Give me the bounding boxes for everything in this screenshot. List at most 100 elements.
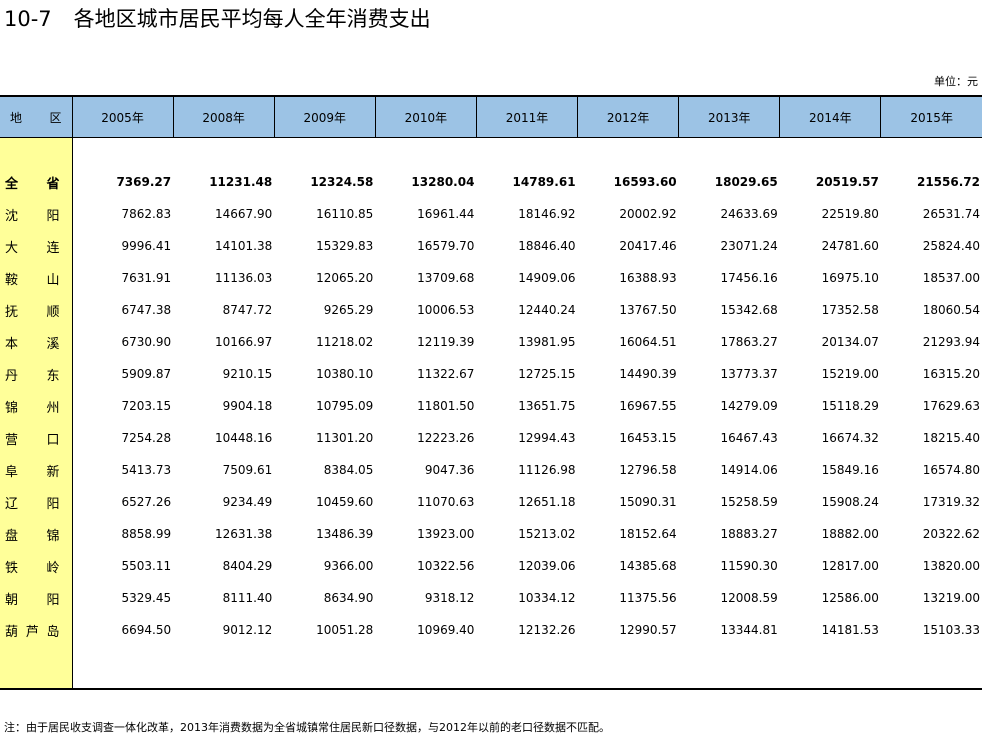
- value-cell: 16574.80: [922, 463, 980, 477]
- value-cell: 10166.97: [214, 335, 273, 349]
- value-cell: 8858.99: [121, 527, 172, 541]
- value-cell: 16593.60: [613, 175, 677, 189]
- region-column-header: 地 区: [0, 95, 73, 138]
- value-cell: 16315.20: [922, 367, 980, 381]
- value-cell: 25824.40: [922, 239, 980, 253]
- value-cell: 5503.11: [121, 559, 172, 573]
- year-column-header: 2015年: [880, 95, 982, 138]
- value-cell: 12440.24: [518, 303, 576, 317]
- value-cell: 17319.32: [922, 495, 980, 509]
- value-cell: 13709.68: [417, 271, 475, 285]
- value-cell: 14101.38: [214, 239, 273, 253]
- region-cell: 本溪: [0, 326, 73, 358]
- value-cell: 13767.50: [619, 303, 677, 317]
- value-cell: 18882.00: [821, 527, 879, 541]
- value-cell: 12990.57: [619, 623, 677, 637]
- year-column-header: 2011年: [476, 95, 579, 138]
- total-row: 全省 7369.27 11231.48 12324.58 13280.04 14789.6…: [0, 166, 982, 198]
- value-cell: 12065.20: [316, 271, 374, 285]
- value-cell: 15342.68: [720, 303, 778, 317]
- value-cell: 11231.48: [209, 175, 273, 189]
- table-row: 阜新 5413.73 7509.61 8384.05 9047.36 11126.98 12…: [0, 454, 982, 486]
- value-cell: 17456.16: [720, 271, 778, 285]
- region-char: 新: [46, 464, 60, 480]
- region-char: 连: [46, 240, 60, 256]
- value-cell: 10334.12: [518, 591, 576, 605]
- value-cell: 9366.00: [323, 559, 374, 573]
- value-cell: 11070.63: [417, 495, 475, 509]
- region-char: 鞍: [5, 272, 19, 288]
- region-cell: 大连: [0, 230, 73, 262]
- value-cell: 12631.38: [214, 527, 273, 541]
- region-cell: 全省: [0, 166, 73, 198]
- value-cell: 12651.18: [518, 495, 576, 509]
- value-cell: 12725.15: [518, 367, 576, 381]
- value-cell: 11136.03: [214, 271, 273, 285]
- region-char: 东: [46, 368, 60, 384]
- value-cell: 16388.93: [619, 271, 677, 285]
- table-row: 锦州 7203.15 9904.18 10795.09 11801.50 13651.75…: [0, 390, 982, 422]
- year-column-header: 2012年: [577, 95, 680, 138]
- value-cell: 13280.04: [411, 175, 475, 189]
- tail-spacer-row: [0, 646, 982, 690]
- value-cell: 10051.28: [316, 623, 374, 637]
- value-cell: 15213.02: [518, 527, 576, 541]
- table-body: 全省 7369.27 11231.48 12324.58 13280.04 14789.6…: [0, 137, 982, 690]
- value-cell: 7369.27: [116, 175, 172, 189]
- expenditure-table: 地 区 2005年 2008年 2009年 2010年 2011年 2012年 2013年 2…: [0, 95, 982, 690]
- value-cell: 21293.94: [922, 335, 980, 349]
- spacer-cell: [72, 138, 982, 167]
- spacer-row: [0, 137, 982, 167]
- spacer-cell: [72, 646, 982, 690]
- value-cell: 12132.26: [518, 623, 576, 637]
- region-cell: 辽阳: [0, 486, 73, 518]
- unit-label: 单位：元: [934, 75, 978, 88]
- value-cell: 15258.59: [720, 495, 778, 509]
- region-char: 朝: [5, 592, 19, 608]
- value-cell: 5909.87: [121, 367, 172, 381]
- value-cell: 22519.80: [821, 207, 879, 221]
- region-char: 口: [46, 432, 60, 448]
- value-cell: 13651.75: [518, 399, 576, 413]
- value-cell: 7254.28: [121, 431, 172, 445]
- value-cell: 14385.68: [619, 559, 677, 573]
- region-cell: 锦州: [0, 390, 73, 422]
- year-column-header: 2005年: [72, 95, 174, 138]
- value-cell: 14667.90: [214, 207, 273, 221]
- value-cell: 8634.90: [323, 591, 374, 605]
- value-cell: 13344.81: [720, 623, 778, 637]
- region-char: 阳: [46, 208, 60, 224]
- value-cell: 10006.53: [417, 303, 475, 317]
- value-cell: 18215.40: [922, 431, 980, 445]
- value-cell: 11801.50: [417, 399, 475, 413]
- value-cell: 9012.12: [222, 623, 273, 637]
- value-cell: 8747.72: [222, 303, 273, 317]
- table-row: 大连 9996.41 14101.38 15329.83 16579.70 18846.4…: [0, 230, 982, 262]
- value-cell: 5329.45: [121, 591, 172, 605]
- page-title: 10-7 各地区城市居民平均每人全年消费支出: [4, 4, 431, 34]
- value-cell: 13981.95: [518, 335, 576, 349]
- value-cell: 15118.29: [821, 399, 879, 413]
- value-cell: 12039.06: [518, 559, 576, 573]
- year-column-header: 2008年: [173, 95, 275, 138]
- value-cell: 12008.59: [720, 591, 778, 605]
- value-cell: 13219.00: [922, 591, 980, 605]
- value-cell: 20134.07: [821, 335, 879, 349]
- value-cell: 18537.00: [922, 271, 980, 285]
- value-cell: 16967.55: [619, 399, 677, 413]
- value-cell: 12817.00: [821, 559, 879, 573]
- value-cell: 7862.83: [121, 207, 172, 221]
- region-char: 阳: [46, 496, 60, 512]
- year-column-header: 2010年: [375, 95, 477, 138]
- value-cell: 12994.43: [518, 431, 576, 445]
- value-cell: 6694.50: [121, 623, 172, 637]
- value-cell: 17863.27: [720, 335, 778, 349]
- value-cell: 11590.30: [720, 559, 778, 573]
- footnote: 注：由于居民收支调查一体化改革，2013年消费数据为全省城镇常住居民新口径数据，…: [4, 721, 610, 734]
- value-cell: 8111.40: [222, 591, 273, 605]
- value-cell: 11322.67: [417, 367, 475, 381]
- value-cell: 21556.72: [916, 175, 980, 189]
- value-cell: 10969.40: [417, 623, 475, 637]
- region-char: 葫: [5, 624, 19, 640]
- value-cell: 8404.29: [222, 559, 273, 573]
